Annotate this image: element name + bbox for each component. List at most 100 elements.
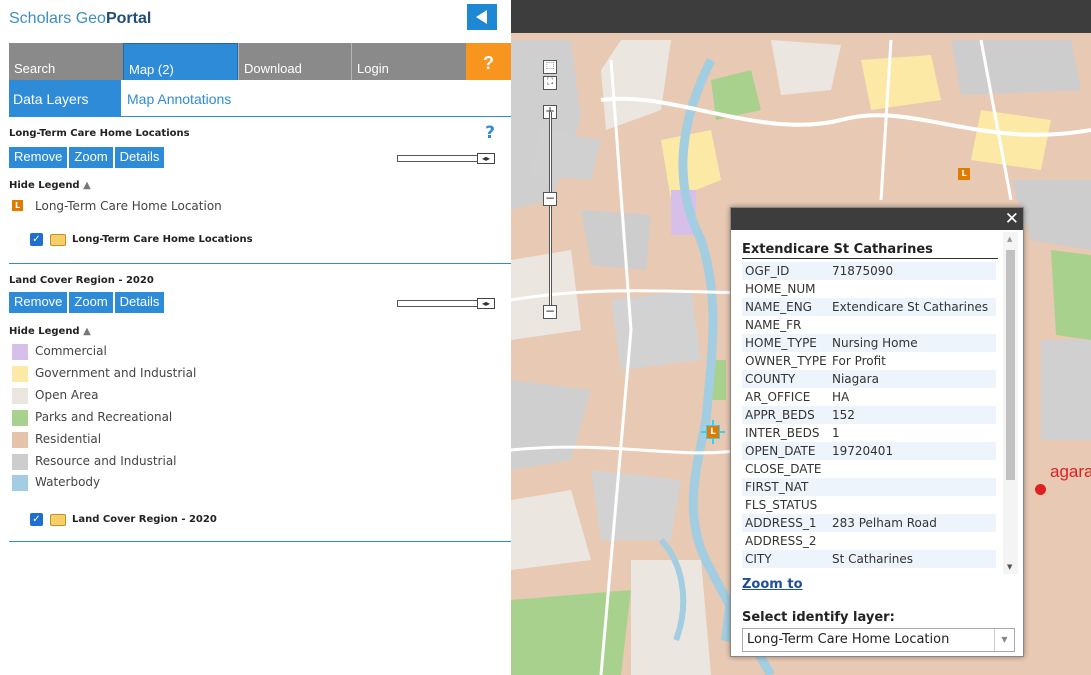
attribute-row: COUNTY Niagara <box>742 370 996 388</box>
tab-download[interactable]: Download <box>238 43 351 80</box>
layer-buttons: Remove Zoom Details <box>9 292 166 313</box>
hide-legend-label: Hide Legend <box>9 326 80 337</box>
attribute-row: OGF_ID 71875090 <box>742 262 996 280</box>
tab-map[interactable]: Map (2) <box>123 43 238 80</box>
attribute-key: INTER_BEDS <box>745 426 820 440</box>
attribute-value: HA <box>832 390 850 404</box>
layer-help-icon[interactable]: ? <box>485 123 495 143</box>
folder-icon <box>50 514 66 526</box>
attribute-key: FLS_STATUS <box>745 498 818 512</box>
tab-search[interactable]: Search <box>9 43 123 80</box>
popup-title-bar: ✕ <box>731 208 1023 230</box>
close-icon[interactable]: ✕ <box>1005 209 1019 229</box>
attribute-value: Extendicare St Catharines <box>832 300 989 314</box>
select-layer-label: Select identify layer: <box>742 610 895 625</box>
zoom-slider-handle[interactable]: − <box>543 192 557 206</box>
attribute-key: OWNER_TYPE <box>745 354 827 368</box>
tab-map-annotations[interactable]: Map Annotations <box>127 91 231 107</box>
resource-swatch <box>12 454 28 470</box>
zoom-slider-track[interactable] <box>549 112 552 307</box>
ltc-marker-icon[interactable]: L <box>958 168 970 180</box>
zoom-to-link[interactable]: Zoom to <box>742 577 803 592</box>
map-view[interactable]: ⬚ ⛶ + − − L L agara ✕ Extendicare St Cat… <box>511 0 1091 675</box>
attribute-key: APPR_BEDS <box>745 408 815 422</box>
government-swatch <box>12 366 28 382</box>
ltc-marker-icon: L <box>12 200 23 211</box>
chevron-down-icon[interactable]: ▼ <box>994 629 1014 651</box>
attribute-value: 19720401 <box>832 444 894 458</box>
attribute-key: CITY <box>745 552 772 566</box>
commercial-swatch <box>12 344 28 360</box>
details-button[interactable]: Details <box>114 147 165 168</box>
collapse-panel-button[interactable] <box>467 4 497 30</box>
slider-track <box>397 300 481 307</box>
attribute-row: OWNER_TYPE For Profit <box>742 352 996 370</box>
checkbox-checked-icon[interactable]: ✓ <box>30 233 43 246</box>
legend-label: Long-Term Care Home Location <box>35 199 222 213</box>
folder-icon <box>50 234 66 246</box>
zoom-button[interactable]: Zoom <box>69 147 113 168</box>
attribute-row: HOME_NUM <box>742 280 996 298</box>
layer-buttons: Remove Zoom Details <box>9 147 166 168</box>
attribute-row: INTER_BEDS 1 <box>742 424 996 442</box>
identify-layer-select[interactable]: Long-Term Care Home Location ▼ <box>742 628 1015 652</box>
zoom-button[interactable]: Zoom <box>69 292 113 313</box>
map-place-label: agara <box>1050 462 1091 481</box>
attribute-row: NAME_FR <box>742 316 996 334</box>
hide-legend-toggle[interactable]: Hide Legend ▲ <box>9 326 91 337</box>
zoom-out-icon[interactable]: − <box>543 305 557 319</box>
residential-swatch <box>12 432 28 448</box>
help-tab[interactable]: ? <box>466 43 511 80</box>
full-extent-icon[interactable]: ⛶ <box>543 76 557 90</box>
tab-login[interactable]: Login <box>351 43 466 80</box>
legend-item: Parks and Recreational <box>12 407 312 427</box>
popup-feature-title: Extendicare St Catharines <box>742 242 998 259</box>
scrollbar-thumb[interactable] <box>1006 250 1015 480</box>
app-logo[interactable]: Scholars GeoPortal <box>9 10 151 28</box>
attribute-row: FIRST_NAT <box>742 478 996 496</box>
identify-popup: ✕ Extendicare St Catharines OGF_ID 718750… <box>730 207 1024 657</box>
box-select-icon[interactable]: ⬚ <box>543 60 557 74</box>
caret-up-icon: ▲ <box>83 180 91 191</box>
waterbody-swatch <box>12 475 28 491</box>
layer-panel-landcover: Land Cover Region - 2020 Remove Zoom Det… <box>9 264 511 542</box>
attribute-value: Niagara <box>832 372 879 386</box>
legend-item: L Long-Term Care Home Location <box>12 196 312 216</box>
legend-label: Waterbody <box>35 475 101 489</box>
attribute-key: HOME_TYPE <box>745 336 817 350</box>
opacity-slider[interactable]: ◂▸ <box>397 153 495 164</box>
layer-visibility-toggle[interactable]: ✓ Long-Term Care Home Locations <box>30 233 330 249</box>
remove-button[interactable]: Remove <box>9 147 68 168</box>
logo-text: Scholars Geo <box>9 10 106 27</box>
layer-title: Land Cover Region - 2020 <box>9 275 154 286</box>
opacity-slider[interactable]: ◂▸ <box>397 298 495 309</box>
attribute-table: OGF_ID 71875090 HOME_NUM NAME_ENG Extendicar… <box>742 262 996 568</box>
map-top-bar <box>511 0 1091 33</box>
hide-legend-toggle[interactable]: Hide Legend ▲ <box>9 180 91 191</box>
popup-scrollbar[interactable]: ▲ ▼ <box>1003 232 1018 574</box>
remove-button[interactable]: Remove <box>9 292 68 313</box>
tab-data-layers[interactable]: Data Layers <box>9 80 121 117</box>
attribute-value: 1 <box>832 426 840 440</box>
checkbox-checked-icon[interactable]: ✓ <box>30 513 43 526</box>
city-dot <box>1035 484 1046 495</box>
legend-item: Residential <box>12 429 312 449</box>
slider-track <box>397 155 481 162</box>
legend-label: Parks and Recreational <box>35 410 173 424</box>
attribute-row: AR_OFFICE HA <box>742 388 996 406</box>
attribute-value: For Profit <box>832 354 886 368</box>
attribute-key: ADDRESS_1 <box>745 516 817 530</box>
attribute-value: St Catharines <box>832 552 914 566</box>
selected-feature-marker[interactable]: L <box>701 420 725 444</box>
slider-handle[interactable]: ◂▸ <box>477 298 495 309</box>
slider-handle[interactable]: ◂▸ <box>477 153 495 164</box>
checkbox-label: Land Cover Region - 2020 <box>72 514 217 525</box>
scroll-up-icon[interactable]: ▲ <box>1007 235 1012 243</box>
attribute-value: 71875090 <box>832 264 894 278</box>
layer-visibility-toggle[interactable]: ✓ Land Cover Region - 2020 <box>30 513 330 529</box>
details-button[interactable]: Details <box>114 292 165 313</box>
attribute-row: FLS_STATUS <box>742 496 996 514</box>
scroll-down-icon[interactable]: ▼ <box>1007 563 1012 571</box>
legend-item: Commercial <box>12 341 312 361</box>
attribute-row: OPEN_DATE 19720401 <box>742 442 996 460</box>
